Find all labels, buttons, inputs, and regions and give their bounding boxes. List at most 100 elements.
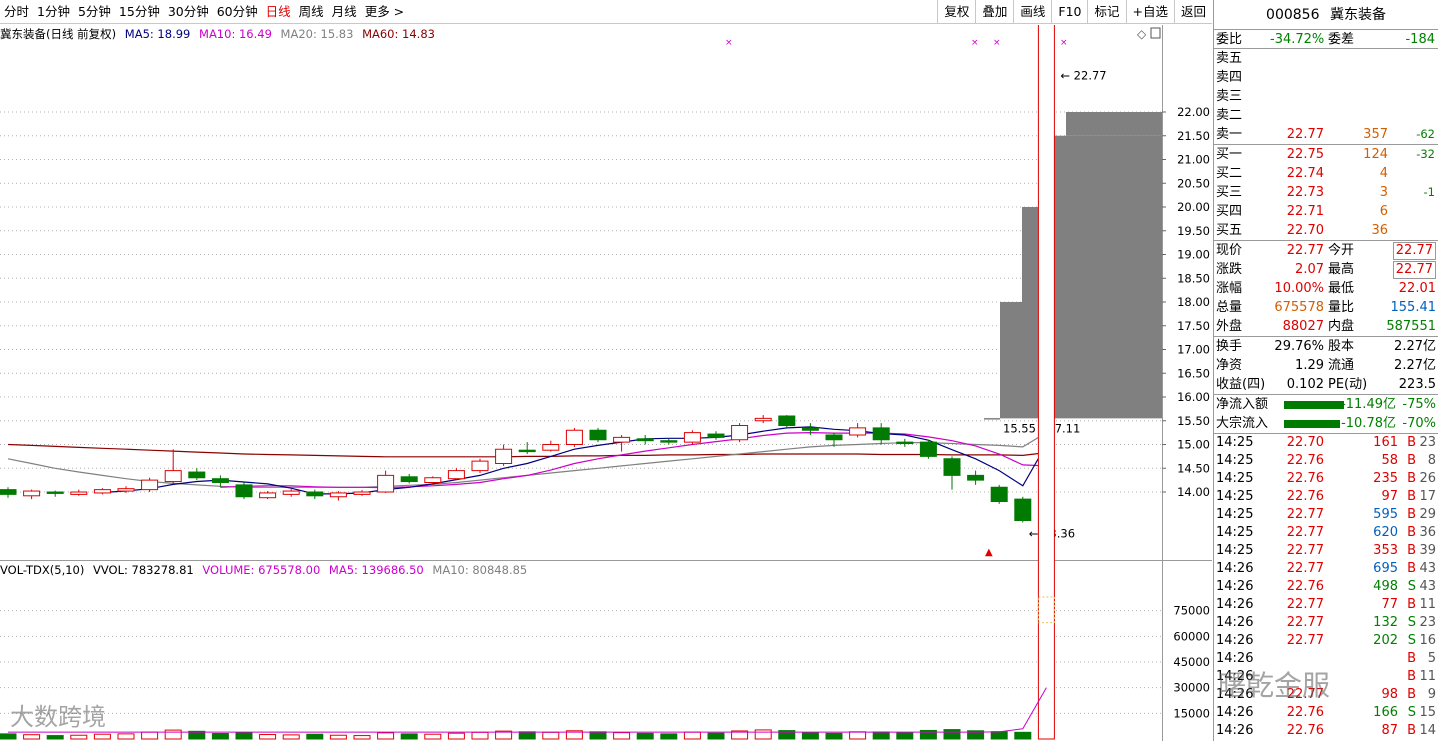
price-tick-label: 14.50 (1177, 461, 1210, 475)
fund-value-2: 2.27亿 (1394, 358, 1436, 373)
volume-tick-label: 45000 (1173, 655, 1210, 669)
tick-side: B (1407, 687, 1416, 702)
fund-row: 净资 1.29 流通 2.27亿 (1214, 356, 1438, 375)
chip-baseline (984, 418, 1000, 420)
price-tick-label: 18.50 (1177, 271, 1210, 285)
period-tab-7[interactable]: 周线 (295, 0, 328, 24)
bids-row[interactable]: 买四 22.71 6 (1214, 202, 1438, 221)
period-tab-1[interactable]: 1分钟 (33, 0, 74, 24)
volume-bar (636, 732, 654, 740)
volume-bar (353, 735, 371, 740)
asks-row[interactable]: 卖二 (1214, 106, 1438, 125)
tick-time: 14:25 (1216, 435, 1254, 450)
candle-body (282, 490, 300, 495)
tick-row: 14:25 22.76 235 B 26 (1214, 470, 1438, 488)
tick-price: 22.77 (1286, 525, 1324, 540)
asks-row[interactable]: 卖五 (1214, 49, 1438, 68)
tick-price: 22.70 (1286, 435, 1324, 450)
bids-volume: 36 (1371, 223, 1388, 238)
tick-time: 14:25 (1216, 489, 1254, 504)
period-tab-3[interactable]: 15分钟 (115, 0, 164, 24)
event-marker: × (993, 38, 1001, 48)
tick-time: 14:26 (1216, 633, 1254, 648)
period-tab-8[interactable]: 月线 (328, 0, 361, 24)
asks-price: 22.77 (1286, 127, 1324, 142)
tool-button-0[interactable]: 复权 (937, 0, 975, 24)
quote-value-2: 155.41 (1390, 300, 1437, 315)
period-tab-6[interactable]: 日线 (262, 0, 295, 24)
quote-value: 22.77 (1286, 243, 1324, 258)
volume-bar (683, 731, 701, 740)
tick-volume: 202 (1373, 633, 1398, 648)
tick-count: 39 (1419, 543, 1436, 558)
candle (990, 484, 1008, 504)
quote-label: 涨幅 (1216, 281, 1243, 296)
period-tab-2[interactable]: 5分钟 (74, 0, 115, 24)
quote-label-2: 最低 (1328, 281, 1355, 296)
tick-price: 22.76 (1286, 579, 1324, 594)
tick-time: 14:25 (1216, 543, 1254, 558)
flow-row: 大宗流入 -10.78亿 -70% (1214, 414, 1438, 433)
event-marker: × (1060, 38, 1068, 48)
quote-label-2: 内盘 (1328, 319, 1355, 334)
candle (188, 468, 206, 481)
candle (495, 444, 513, 466)
period-tab-4[interactable]: 30分钟 (164, 0, 213, 24)
fund-row: 收益(四) 0.102 PE(动) 223.5 (1214, 375, 1438, 394)
kline-chart-area[interactable]: 冀东装备(日线 前复权) MA5: 18.99 MA10: 16.49 MA20… (0, 25, 1212, 741)
arrow-up-marker: ▲ (985, 547, 993, 558)
period-tab-0[interactable]: 分时 (0, 0, 33, 24)
tool-button-5[interactable]: +自选 (1125, 0, 1174, 24)
asks-row[interactable]: 卖一 22.77 357 -62 (1214, 125, 1438, 144)
asks-row[interactable]: 卖三 (1214, 87, 1438, 106)
tool-button-1[interactable]: 叠加 (975, 0, 1013, 24)
candle-body (259, 492, 277, 499)
tool-button-6[interactable]: 返回 (1173, 0, 1212, 24)
tick-row: 14:26 22.77 98 B 9 (1214, 686, 1438, 704)
tick-row: 14:26 22.77 202 S 16 (1214, 632, 1438, 650)
volume-bar (447, 732, 465, 740)
candle-body (188, 471, 206, 479)
chip-block (1044, 135, 1162, 207)
tick-side: S (1407, 633, 1416, 648)
bids-row[interactable]: 买五 22.70 36 (1214, 221, 1438, 240)
event-marker: × (971, 38, 979, 48)
tick-volume: 87 (1381, 723, 1398, 738)
flow-bar (1284, 401, 1344, 409)
bids-row[interactable]: 买三 22.73 3 -1 (1214, 183, 1438, 202)
candle-body (471, 460, 489, 472)
tick-row: 14:25 22.76 58 B 8 (1214, 452, 1438, 470)
tick-volume: 98 (1381, 687, 1398, 702)
candle (518, 442, 536, 454)
quote-block: 现价 22.77 今开 22.77 涨跌 2.07 最高 22.77 涨幅 10.00% 最低 22.… (1214, 241, 1438, 337)
bids-row[interactable]: 买一 22.75 124 -32 (1214, 145, 1438, 164)
volume-ma-line (8, 687, 1047, 733)
candle-body (117, 488, 135, 492)
bids-label: 买三 (1216, 185, 1243, 200)
price-tick-label: 20.50 (1177, 176, 1210, 190)
volume-bar (93, 733, 111, 740)
stock-name: 冀东装备 (1329, 7, 1386, 23)
price-tick-label: 20.00 (1177, 200, 1210, 214)
tick-list[interactable]: 14:25 22.70 161 B 23 14:25 22.76 58 B 8 14:25 22.76… (1214, 434, 1438, 740)
tick-price: 22.77 (1286, 615, 1324, 630)
asks-label: 卖五 (1216, 51, 1243, 66)
candle (235, 482, 253, 500)
volume-bar (896, 732, 914, 740)
asks-row[interactable]: 卖四 (1214, 68, 1438, 87)
tick-side: S (1407, 705, 1416, 720)
asks-change: -62 (1416, 127, 1435, 141)
tick-volume: 166 (1373, 705, 1398, 720)
tick-time: 14:25 (1216, 471, 1254, 486)
period-tab-5[interactable]: 60分钟 (213, 0, 262, 24)
candle-body (0, 489, 17, 495)
tool-button-4[interactable]: 标记 (1087, 0, 1125, 24)
candle (896, 438, 914, 447)
tool-button-2[interactable]: 画线 (1013, 0, 1051, 24)
period-tab-9[interactable]: 更多 > (361, 0, 408, 24)
tool-button-3[interactable]: F10 (1051, 0, 1087, 24)
candle-body (542, 444, 560, 451)
tick-volume: 77 (1381, 597, 1398, 612)
bids-row[interactable]: 买二 22.74 4 (1214, 164, 1438, 183)
candle-body (707, 433, 725, 438)
